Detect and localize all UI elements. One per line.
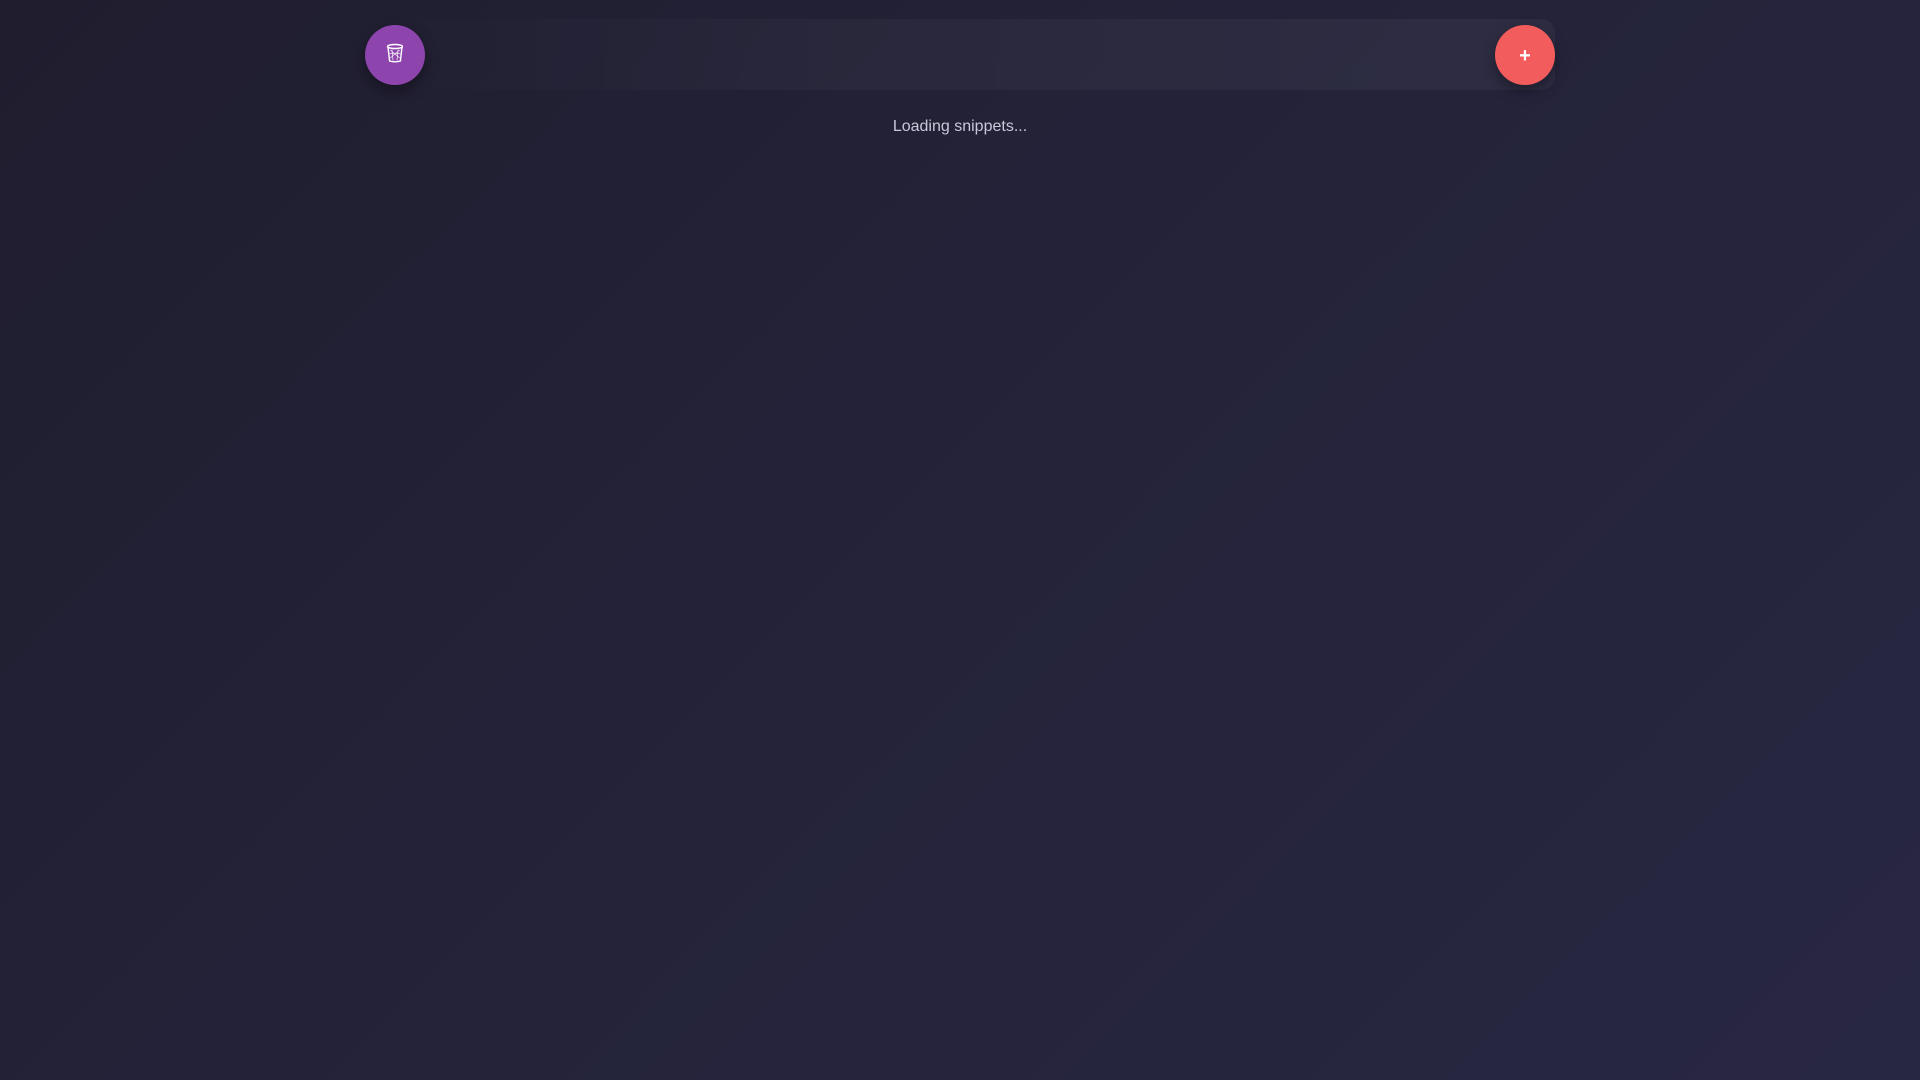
trash-icon <box>386 43 404 68</box>
loading-status: Loading snippets... <box>892 118 1028 135</box>
trash-button[interactable] <box>365 25 425 85</box>
add-snippet-button[interactable]: + <box>1495 25 1555 85</box>
top-toolbar <box>365 19 1555 90</box>
plus-icon: + <box>1519 45 1531 67</box>
